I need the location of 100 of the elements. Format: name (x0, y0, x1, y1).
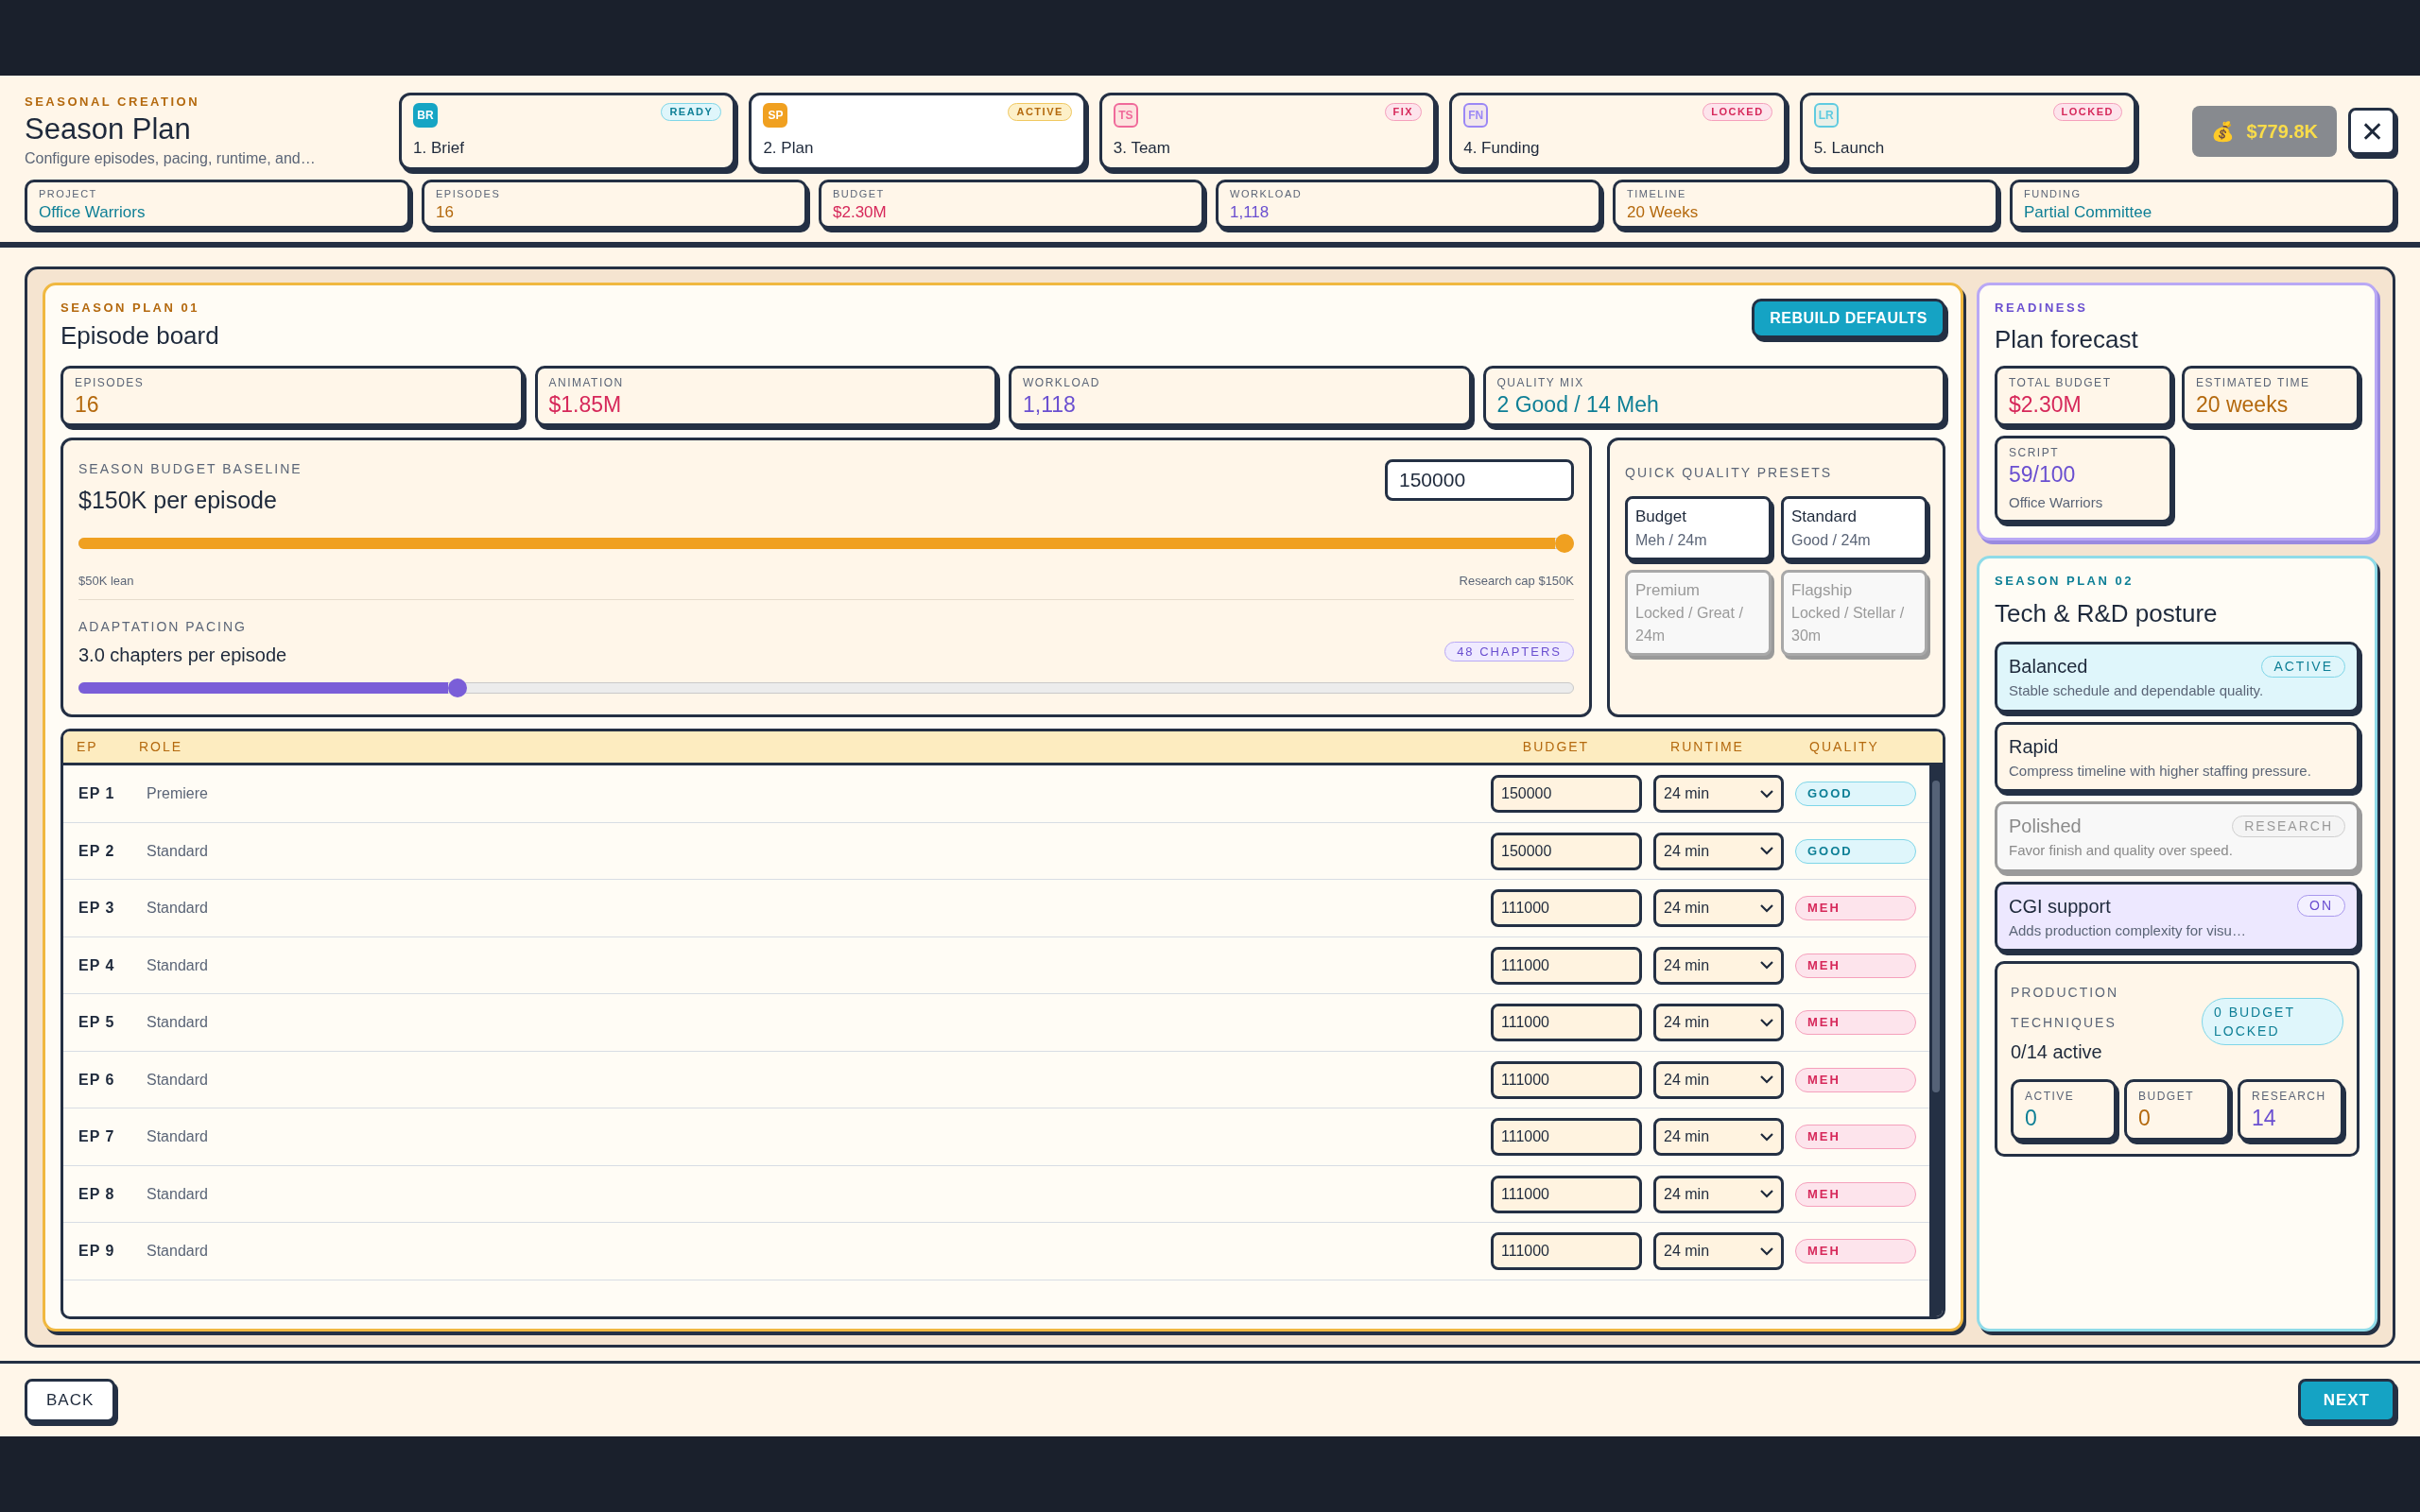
page-title: Season Plan (25, 111, 192, 147)
stat-value: 20 weeks (2196, 390, 2290, 419)
slider-track[interactable] (78, 679, 1574, 698)
role-cell-text: Standard (147, 1242, 209, 1261)
step-code-icon: FN (1463, 103, 1489, 128)
option-badge: ACTIVE (2261, 655, 2345, 678)
stat-label: FUNDING (2024, 187, 2083, 202)
stat-value: 1,118 (1023, 390, 1077, 419)
eyebrow: SEASON PLAN 01 (60, 300, 200, 317)
step-status: LOCKED (1703, 103, 1772, 121)
slider-track[interactable] (78, 533, 1574, 553)
step-label: 4. Funding (1463, 137, 1541, 159)
runtime-select[interactable]: 24 min (1653, 1060, 1784, 1099)
slider-thumb[interactable] (447, 679, 467, 698)
stat-value: 0 (2138, 1105, 2152, 1132)
role-cell-text: Standard (147, 1070, 209, 1090)
episode-cell-text: EP 1 (78, 784, 116, 803)
role-cell-text: Standard (147, 841, 209, 861)
episode-cell-text: EP 7 (78, 1127, 116, 1146)
step-label: 2. Plan (763, 137, 815, 159)
step-status: FIX (1384, 103, 1423, 121)
budget-input[interactable]: 111000 (1491, 889, 1642, 927)
step-status: LOCKED (2052, 103, 2123, 121)
stat-value: Office Warriors (39, 201, 147, 222)
budget-input[interactable]: 111000 (1491, 1232, 1642, 1270)
step-code-icon: TS (1113, 103, 1138, 128)
step-code-icon: BR (413, 103, 438, 128)
runtime-select[interactable]: 24 min (1653, 1232, 1784, 1270)
quality-badge: MEH (1795, 1067, 1916, 1092)
stat-label: WORKLOAD (1023, 374, 1101, 391)
budget-input[interactable]: 150000 (1491, 775, 1642, 813)
presets-title: QUICK QUALITY PRESETS (1625, 464, 1834, 483)
step-status: READY (661, 103, 722, 121)
option-badge: ON (2297, 895, 2345, 917)
section-title: Tech & R&D posture (1995, 598, 2219, 629)
chevron-down-icon (1760, 847, 1773, 855)
role-cell-text: Premiere (147, 784, 209, 803)
runtime-select[interactable]: 24 min (1653, 889, 1784, 927)
page-subtitle: Configure episodes, pacing, runtime, and… (25, 149, 317, 169)
stat-value: Partial Committee (2024, 201, 2153, 222)
column-header: EP (76, 738, 99, 757)
episode-cell-text: EP 4 (78, 955, 116, 975)
eyebrow: SEASONAL CREATION (25, 94, 201, 111)
stat-value: $2.30M (833, 201, 888, 222)
slider-max-label: Research cap $150K (1459, 572, 1574, 590)
slider-value: 3.0 chapters per episode (78, 644, 287, 668)
stat-note: Office Warriors (2009, 493, 2104, 512)
chapters-badge: 48 CHAPTERS (1444, 641, 1574, 662)
quality-badge: MEH (1795, 1010, 1916, 1035)
slider-label: SEASON BUDGET BASELINE (78, 460, 302, 479)
column-header: RUNTIME (1669, 738, 1745, 757)
scrollbar[interactable] (1929, 765, 1943, 1316)
stat-label: BUDGET (833, 187, 886, 202)
chevron-down-icon (1760, 1018, 1773, 1027)
budget-input[interactable]: 150000 (1491, 832, 1642, 870)
budget-input[interactable]: 111000 (1491, 946, 1642, 985)
quality-badge: MEH (1795, 1239, 1916, 1263)
stat-label: WORKLOAD (1230, 187, 1304, 202)
wallet-amount: $779.8K (2246, 120, 2318, 144)
slider-thumb[interactable] (1555, 533, 1574, 553)
chevron-down-icon (1760, 961, 1773, 970)
section-title: Episode board (60, 319, 219, 352)
budget-input[interactable]: 111000 (1491, 1175, 1642, 1213)
episode-cell-text: EP 6 (78, 1070, 116, 1090)
episode-cell-text: EP 8 (78, 1184, 116, 1204)
runtime-select[interactable]: 24 min (1653, 775, 1784, 813)
stat-label: PROJECT (39, 187, 98, 202)
step-label: 3. Team (1113, 137, 1171, 159)
episode-cell-text: EP 5 (78, 1013, 116, 1032)
chevron-down-icon (1760, 1246, 1773, 1256)
column-header: BUDGET (1521, 738, 1591, 757)
step-code-icon: LR (1813, 103, 1839, 128)
budget-input[interactable]: 111000 (1491, 1060, 1642, 1099)
eyebrow: SEASON PLAN 02 (1995, 572, 2135, 590)
chevron-down-icon (1760, 1075, 1773, 1084)
stat-label: EPISODES (75, 374, 146, 391)
budget-input[interactable]: 150000 (1385, 459, 1574, 502)
runtime-select[interactable]: 24 min (1653, 1004, 1784, 1041)
quality-badge: GOOD (1795, 782, 1916, 806)
column-header: QUALITY (1808, 738, 1880, 757)
section-title: Plan forecast (1995, 323, 2139, 355)
budget-input[interactable]: 111000 (1491, 1004, 1642, 1041)
runtime-select[interactable]: 24 min (1653, 946, 1784, 985)
slider-min-label: $50K lean (78, 572, 134, 590)
slider-value: $150K per episode (78, 486, 278, 516)
runtime-select[interactable]: 24 min (1653, 1118, 1784, 1156)
production-label: PRODUCTION TECHNIQUES (2011, 984, 2120, 1032)
quality-badge: MEH (1795, 896, 1916, 920)
chevron-down-icon (1760, 903, 1773, 913)
quality-badge: MEH (1795, 1181, 1916, 1207)
quality-badge: MEH (1795, 953, 1916, 978)
role-cell-text: Standard (147, 1184, 209, 1204)
runtime-select[interactable]: 24 min (1653, 832, 1784, 870)
role-cell-text: Standard (147, 1013, 209, 1032)
stat-label: RESEARCH (2252, 1089, 2327, 1105)
budget-input[interactable]: 111000 (1491, 1118, 1642, 1156)
runtime-select[interactable]: 24 min (1653, 1175, 1784, 1213)
role-cell-text: Standard (147, 899, 209, 918)
stat-value: 16 (436, 201, 455, 222)
stat-value: 2 Good / 14 Meh (1496, 390, 1660, 419)
